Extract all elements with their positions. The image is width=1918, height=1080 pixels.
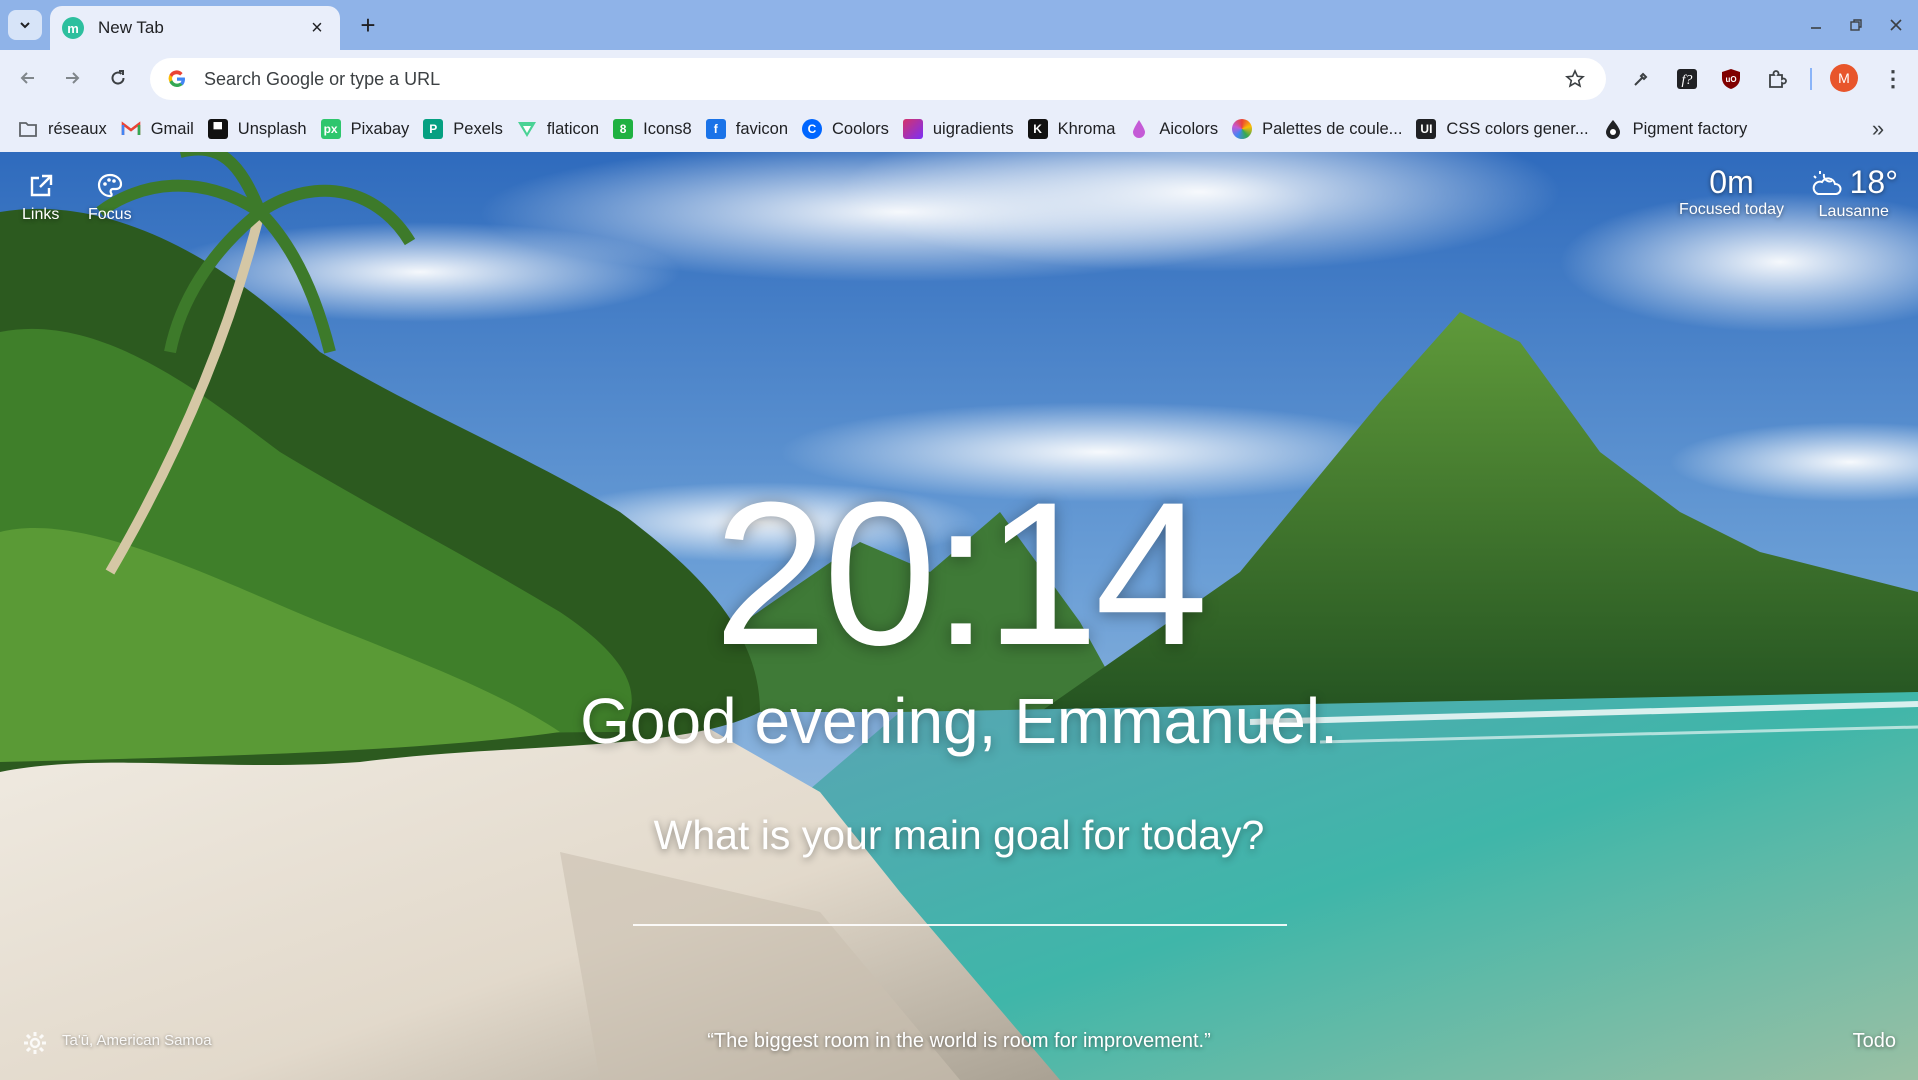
todo-button[interactable]: Todo xyxy=(1853,1030,1896,1053)
focus-time-value: 0m xyxy=(1709,164,1754,200)
favicon-site-icon: f xyxy=(705,119,726,139)
folder-icon xyxy=(18,119,38,139)
css-colors-icon: UI xyxy=(1416,119,1437,139)
bookmark-item[interactable]: UI CSS colors gener... xyxy=(1412,113,1598,145)
reload-icon xyxy=(111,70,125,85)
reload-button[interactable] xyxy=(100,60,136,96)
bookmark-label: flaticon xyxy=(546,119,600,138)
bookmark-item[interactable]: Palettes de coule... xyxy=(1228,113,1412,145)
main-goal-input[interactable] xyxy=(633,892,1287,926)
bookmark-item[interactable]: Gmail xyxy=(117,113,204,145)
kebab-menu-icon[interactable]: ⋮ xyxy=(1878,62,1908,96)
momentum-favicon-icon: m xyxy=(62,17,84,39)
aicolors-icon xyxy=(1129,119,1149,139)
forward-button[interactable] xyxy=(54,60,90,96)
google-icon xyxy=(166,68,188,90)
links-widget[interactable]: Links xyxy=(22,172,59,224)
back-button[interactable] xyxy=(10,60,46,96)
minimize-icon[interactable] xyxy=(1802,12,1830,38)
arrow-left-icon xyxy=(20,72,34,84)
tab-search-button[interactable] xyxy=(8,10,42,40)
extensions-puzzle-icon[interactable] xyxy=(1760,62,1794,96)
bookmark-label: Gmail xyxy=(150,119,194,138)
close-tab-icon[interactable]: × xyxy=(306,17,328,39)
bookmark-item[interactable]: réseaux xyxy=(14,113,117,145)
browser-toolbar: Search Google or type a URL f? uO M ⋮ xyxy=(0,50,1918,106)
bookmark-label: réseaux xyxy=(48,119,107,138)
bookmark-label: Icons8 xyxy=(643,119,692,138)
eyedropper-extension-icon[interactable] xyxy=(1624,62,1658,96)
bookmark-item[interactable]: P Pexels xyxy=(419,113,513,145)
bookmark-label: favicon xyxy=(735,119,789,138)
daily-quote[interactable]: “The biggest room in the world is room f… xyxy=(0,1030,1918,1053)
bookmark-item[interactable]: f favicon xyxy=(702,113,798,145)
focus-time-widget[interactable]: 0m Focused today xyxy=(1679,164,1784,219)
svg-text:uO: uO xyxy=(1725,75,1736,84)
pexels-icon: P xyxy=(423,119,444,139)
focus-label: Focus xyxy=(88,206,132,223)
bookmark-item[interactable]: px Pixabay xyxy=(317,113,420,145)
bookmark-label: CSS colors gener... xyxy=(1446,119,1589,138)
main-goal-prompt: What is your main goal for today? xyxy=(653,812,1265,858)
external-link-icon xyxy=(30,174,52,197)
close-window-icon[interactable] xyxy=(1882,12,1910,38)
unsplash-icon: ▀ xyxy=(207,119,228,139)
icons8-icon: 8 xyxy=(613,119,634,139)
partly-cloudy-night-icon xyxy=(1812,170,1842,195)
chevron-down-icon xyxy=(20,22,30,29)
bookmark-item[interactable]: 8 Icons8 xyxy=(609,113,702,145)
new-tab-button[interactable]: + xyxy=(352,10,384,40)
bookmark-item[interactable]: uigradients xyxy=(899,113,1024,145)
fontanello-extension-icon[interactable]: f? xyxy=(1670,62,1704,96)
bookmark-label: Pexels xyxy=(453,119,503,138)
bookmark-label: Unsplash xyxy=(237,119,307,138)
tab-strip: m New Tab × + xyxy=(0,0,1918,50)
bookmark-item[interactable]: Pigment factory xyxy=(1599,113,1758,145)
momentum-dashboard: Links Focus 0m Focused today 18° Lausann… xyxy=(0,152,1918,1080)
bookmark-label: Khroma xyxy=(1057,119,1116,138)
toolbar-separator xyxy=(1810,68,1812,90)
bookmark-star-icon[interactable] xyxy=(1560,64,1590,94)
khroma-icon: K xyxy=(1027,119,1048,139)
palettes-icon xyxy=(1232,119,1253,139)
links-label: Links xyxy=(22,206,60,223)
focus-widget[interactable]: Focus xyxy=(88,172,132,224)
bookmark-item[interactable]: C Coolors xyxy=(798,113,899,145)
bookmark-label: Pixabay xyxy=(350,119,410,138)
gmail-icon xyxy=(121,119,141,139)
greeting[interactable]: Good evening, Emmanuel. xyxy=(0,684,1918,758)
arrow-right-icon xyxy=(66,72,80,84)
weather-city: Lausanne xyxy=(1818,203,1889,220)
palette-icon xyxy=(97,173,122,198)
bookmark-label: Coolors xyxy=(832,119,889,138)
clock[interactable]: 20:14 xyxy=(0,472,1918,676)
tab-new-tab[interactable]: m New Tab × xyxy=(50,6,340,50)
bookmark-item[interactable]: Aicolors xyxy=(1125,113,1228,145)
focus-time-caption: Focused today xyxy=(1679,201,1784,218)
ublock-origin-icon[interactable]: uO xyxy=(1714,62,1748,96)
bookmark-item[interactable]: flaticon xyxy=(513,113,609,145)
uigradients-icon xyxy=(902,119,923,139)
pixabay-icon: px xyxy=(320,119,341,139)
tab-title: New Tab xyxy=(98,18,164,37)
profile-avatar[interactable]: M xyxy=(1830,64,1858,92)
temperature: 18° xyxy=(1849,164,1898,200)
bookmarks-bar: réseaux Gmail ▀ Unsplash px Pixabay P Pexels fla… xyxy=(0,106,1918,152)
svg-text:f?: f? xyxy=(1682,73,1693,88)
flaticon-icon xyxy=(517,119,537,139)
pigment-factory-icon xyxy=(1603,119,1623,139)
bookmark-label: Pigment factory xyxy=(1632,119,1748,138)
bookmarks-overflow-icon[interactable]: » xyxy=(1862,114,1894,144)
omnibox-placeholder: Search Google or type a URL xyxy=(204,68,441,89)
bookmark-label: Aicolors xyxy=(1159,119,1219,138)
bookmark-item[interactable]: K Khroma xyxy=(1024,113,1126,145)
restore-icon[interactable] xyxy=(1842,12,1870,38)
bookmark-label: uigradients xyxy=(932,119,1014,138)
bookmark-label: Palettes de coule... xyxy=(1262,119,1403,138)
bookmark-item[interactable]: ▀ Unsplash xyxy=(204,113,317,145)
weather-widget[interactable]: 18° Lausanne xyxy=(1810,164,1898,221)
coolors-icon: C xyxy=(802,119,823,139)
omnibox[interactable]: Search Google or type a URL xyxy=(150,58,1606,100)
momentum-overlay: Links Focus 0m Focused today 18° Lausann… xyxy=(0,152,1918,1080)
